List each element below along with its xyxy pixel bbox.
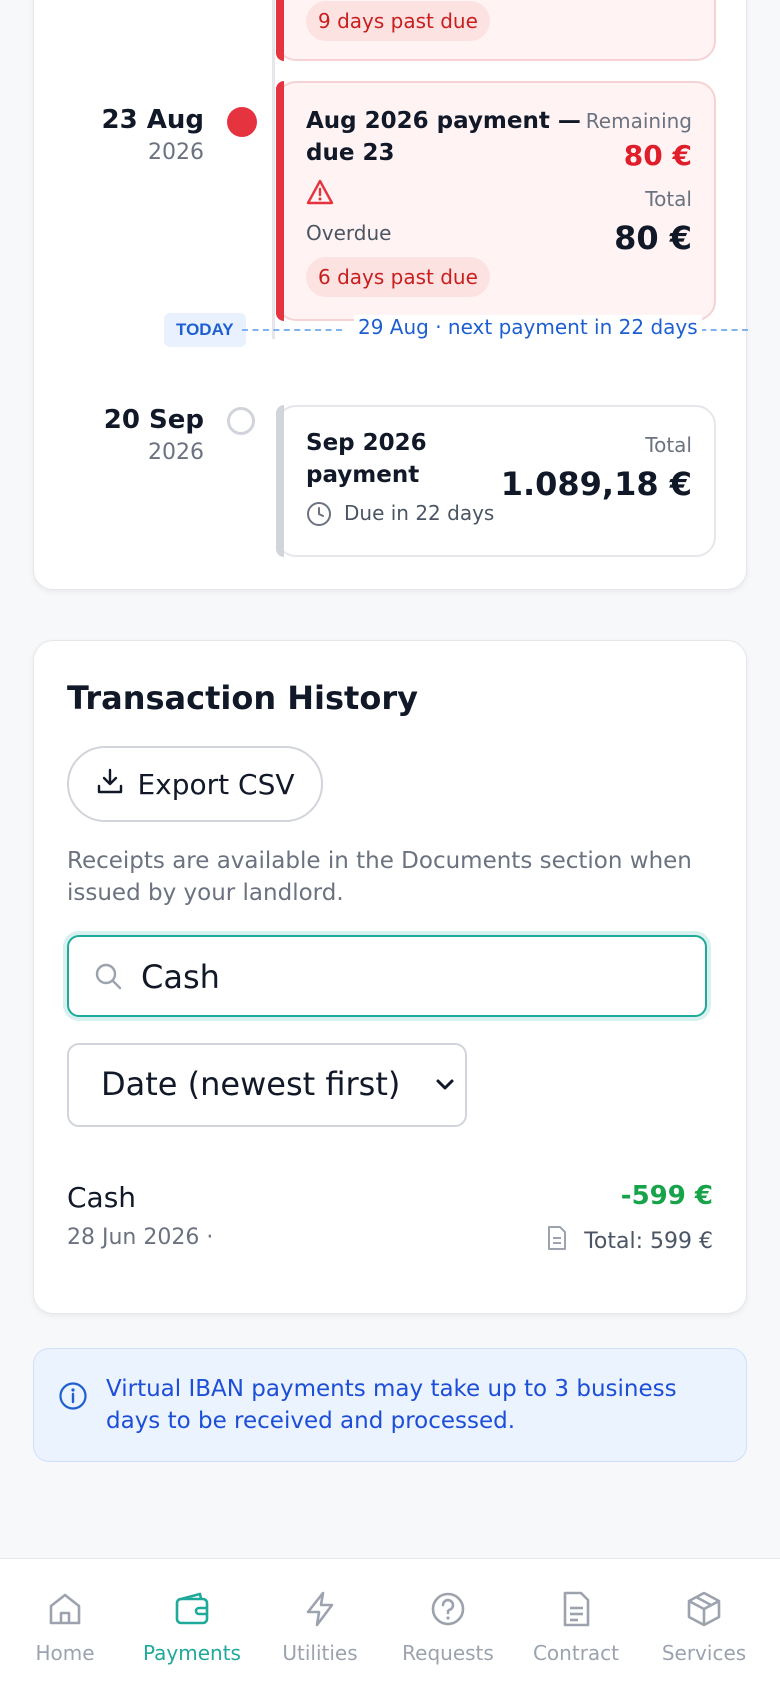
upcoming-dot	[227, 407, 255, 435]
chevron-down-icon	[433, 1073, 457, 1101]
receipt-document-icon[interactable]	[546, 1225, 568, 1257]
timeline-line	[272, 0, 275, 339]
payment-title-line2: payment	[306, 462, 420, 488]
search-icon	[93, 961, 123, 995]
clock-icon	[306, 501, 332, 531]
timeline-day: 23 Aug	[101, 105, 204, 135]
nav-label: Payments	[143, 1641, 241, 1665]
search-input[interactable]	[141, 949, 681, 1005]
today-next-payment-text: 29 Aug · next payment in 22 days	[354, 315, 702, 339]
past-due-badge: 6 days past due	[306, 257, 490, 297]
timeline-day: 20 Sep	[103, 405, 204, 435]
search-field[interactable]	[67, 935, 707, 1017]
info-icon	[58, 1381, 88, 1415]
status-label: Overdue	[306, 221, 392, 245]
bottom-navigation: Home Payments Utilities Requests Contrac…	[0, 1558, 780, 1688]
transaction-total: Total: 599 €	[546, 1225, 713, 1257]
nav-item-services[interactable]: Services	[639, 1559, 769, 1688]
due-in-text: Due in 22 days	[344, 501, 495, 525]
section-title: Transaction History	[67, 679, 418, 717]
download-icon	[95, 766, 125, 803]
payment-timeline-card: 9 days past due 23 Aug 2026 Aug 2026 pay…	[33, 0, 748, 590]
info-text: Virtual IBAN payments may take up to 3 b…	[106, 1376, 677, 1434]
nav-item-payments[interactable]: Payments	[127, 1559, 257, 1688]
timeline-year: 2026	[148, 140, 204, 165]
payment-title-line1: Sep 2026	[306, 430, 427, 456]
payment-title-line2: due 23	[306, 140, 395, 166]
payment-title-line1: Aug 2026 payment —	[306, 108, 581, 134]
nav-label: Utilities	[282, 1641, 358, 1665]
info-banner: Virtual IBAN payments may take up to 3 b…	[33, 1348, 747, 1462]
payment-card-aug[interactable]: Aug 2026 payment — due 23 Overdue 6 days…	[276, 81, 716, 321]
box-icon	[684, 1589, 724, 1629]
nav-item-contract[interactable]: Contract	[511, 1559, 641, 1688]
document-icon	[556, 1589, 596, 1629]
nav-item-requests[interactable]: Requests	[383, 1559, 513, 1688]
total-amount: 1.089,18 €	[500, 465, 692, 503]
total-label: Total	[645, 433, 692, 457]
remaining-amount: 80 €	[623, 139, 692, 172]
nav-label: Home	[35, 1641, 95, 1665]
receipts-note: Receipts are available in the Documents …	[67, 848, 692, 906]
transaction-date: 28 Jun 2026 ·	[67, 1225, 214, 1250]
transaction-amount: -599 €	[620, 1181, 713, 1211]
payment-card-sep[interactable]: Sep 2026 payment Due in 22 days Total 1.…	[276, 405, 716, 557]
wallet-icon	[172, 1589, 212, 1629]
overdue-dot	[227, 107, 257, 137]
warning-icon	[306, 179, 334, 209]
today-badge: TODAY	[164, 313, 246, 347]
total-amount: 80 €	[614, 219, 692, 257]
timeline-date-aug: 23 Aug 2026	[34, 103, 204, 169]
past-due-badge: 9 days past due	[306, 1, 490, 41]
home-icon	[45, 1589, 85, 1629]
timeline-date-sep: 20 Sep 2026	[34, 403, 204, 469]
nav-label: Contract	[532, 1641, 620, 1665]
timeline-year: 2026	[148, 440, 204, 465]
bolt-icon	[300, 1589, 340, 1629]
payment-card-previous[interactable]: 9 days past due	[276, 0, 716, 61]
today-divider-left	[242, 329, 342, 331]
export-csv-button[interactable]: Export CSV	[67, 746, 323, 822]
sort-selected-value: Date (newest first)	[101, 1065, 401, 1103]
export-csv-label: Export CSV	[137, 767, 295, 801]
transaction-total-text: Total: 599 €	[584, 1228, 713, 1254]
nav-label: Services	[661, 1641, 747, 1665]
sort-select[interactable]: Date (newest first)	[67, 1043, 467, 1127]
nav-label: Requests	[402, 1641, 494, 1665]
remaining-label: Remaining	[585, 109, 692, 133]
transaction-name: Cash	[67, 1181, 137, 1214]
nav-item-home[interactable]: Home	[0, 1559, 130, 1688]
total-label: Total	[645, 187, 692, 211]
transaction-history-card: Transaction History Export CSV Receipts …	[33, 640, 747, 1314]
nav-item-utilities[interactable]: Utilities	[255, 1559, 385, 1688]
help-circle-icon	[428, 1589, 468, 1629]
